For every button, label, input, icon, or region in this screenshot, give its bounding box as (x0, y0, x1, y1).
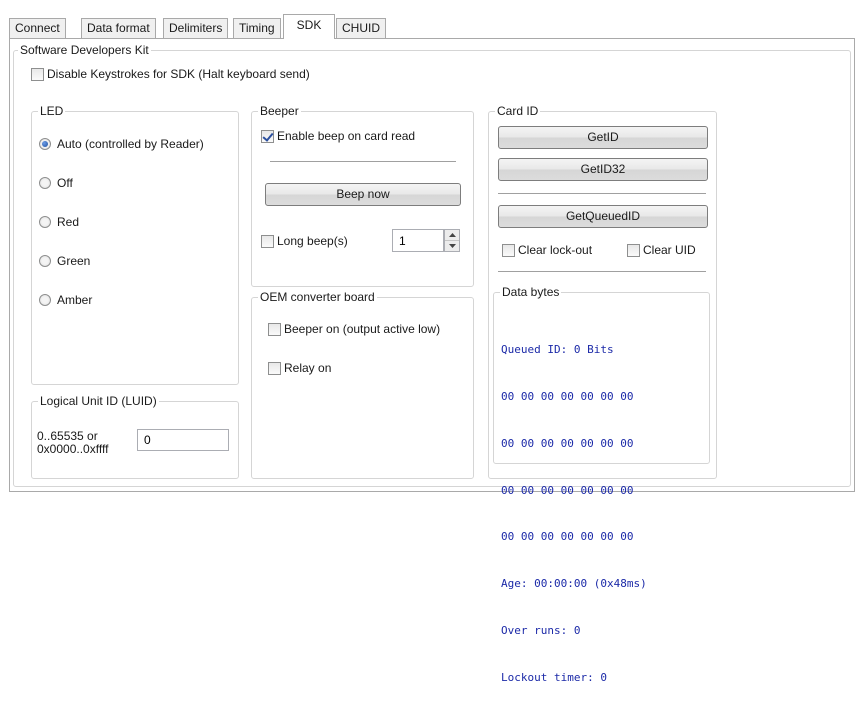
beeper-on-checkbox[interactable]: Beeper on (output active low) (268, 322, 440, 336)
disable-keystrokes-checkbox[interactable]: Disable Keystrokes for SDK (Halt keyboar… (31, 67, 310, 81)
sdk-tab-panel: Software Developers Kit Disable Keystrok… (9, 38, 855, 684)
over-runs-line: Over runs: 0 (501, 623, 581, 637)
tab-connect[interactable]: Connect (9, 18, 66, 38)
tab-sdk[interactable]: SDK (283, 14, 335, 39)
led-option-auto[interactable]: Auto (controlled by Reader) (39, 137, 204, 151)
enable-beep-label: Enable beep on card read (277, 129, 416, 143)
led-option-label: Red (57, 215, 80, 229)
age-line: Age: 00:00:00 (0x48ms) (501, 577, 647, 591)
led-option-label: Green (57, 254, 91, 268)
long-beep-checkbox[interactable]: Long beep(s) (261, 234, 348, 248)
tab-chuid[interactable]: CHUID (336, 18, 386, 38)
data-bytes-readout: Queued ID: 0 Bits 00 00 00 00 00 00 00 0… (501, 311, 647, 716)
led-option-off[interactable]: Off (39, 176, 73, 190)
data-bytes-row: 00 00 00 00 00 00 00 (501, 483, 634, 497)
data-bytes-row: 00 00 00 00 00 00 00 (501, 436, 634, 450)
getid32-button[interactable]: GetID32 (498, 158, 708, 181)
spin-up-icon[interactable] (445, 230, 459, 241)
disable-keystrokes-box[interactable] (31, 67, 44, 81)
get-queued-id-button[interactable]: GetQueuedID (498, 205, 708, 228)
led-group: LED (31, 104, 239, 385)
tab-delimiters[interactable]: Delimiters (163, 18, 229, 38)
led-option-red[interactable]: Red (39, 215, 79, 229)
queued-id-line: Queued ID: 0 Bits (501, 343, 614, 357)
luid-range-line2: 0x0000..0xffff (37, 442, 109, 456)
disable-keystrokes-label: Disable Keystrokes for SDK (Halt keyboar… (47, 67, 310, 81)
led-option-label: Off (57, 176, 73, 190)
long-beep-spinner[interactable] (444, 229, 460, 252)
checkbox-checked-icon[interactable] (261, 129, 274, 143)
relay-on-checkbox[interactable]: Relay on (268, 361, 331, 375)
luid-group-title: Logical Unit ID (LUID) (38, 394, 159, 408)
card-id-divider-2 (498, 271, 706, 272)
checkbox-icon[interactable] (268, 361, 281, 375)
clear-lockout-label: Clear lock-out (518, 243, 593, 257)
checkbox-icon[interactable] (627, 243, 640, 257)
data-bytes-row: 00 00 00 00 00 00 00 (501, 389, 634, 403)
lockout-timer-line: Lockout timer: 0 (501, 670, 607, 684)
radio-selected-icon[interactable] (39, 138, 51, 150)
led-option-label: Amber (57, 293, 93, 307)
radio-icon[interactable] (39, 177, 51, 189)
led-option-green[interactable]: Green (39, 254, 90, 268)
checkbox-icon[interactable] (502, 243, 515, 257)
getid-button[interactable]: GetID (498, 126, 708, 149)
beeper-on-label: Beeper on (output active low) (284, 322, 441, 336)
clear-uid-checkbox[interactable]: Clear UID (627, 243, 696, 257)
sdk-group-title: Software Developers Kit (18, 43, 151, 57)
radio-icon[interactable] (39, 294, 51, 306)
checkbox-icon[interactable] (268, 322, 281, 336)
tab-timing[interactable]: Timing (233, 18, 281, 38)
checkbox-icon[interactable] (261, 234, 274, 248)
long-beep-label: Long beep(s) (277, 234, 348, 248)
enable-beep-checkbox[interactable]: Enable beep on card read (261, 129, 415, 143)
card-id-group-title: Card ID (495, 104, 541, 118)
relay-on-label: Relay on (284, 361, 332, 375)
clear-lockout-checkbox[interactable]: Clear lock-out (502, 243, 592, 257)
beep-now-button[interactable]: Beep now (265, 183, 461, 206)
luid-input[interactable] (137, 429, 229, 451)
radio-icon[interactable] (39, 216, 51, 228)
led-group-title: LED (38, 104, 66, 118)
card-id-divider-1 (498, 193, 706, 194)
luid-range-label: 0..65535 or 0x0000..0xffff (37, 430, 108, 456)
tab-data-format[interactable]: Data format (81, 18, 156, 38)
oem-group-title: OEM converter board (258, 290, 377, 304)
data-bytes-group-title: Data bytes (500, 285, 562, 299)
data-bytes-row: 00 00 00 00 00 00 00 (501, 530, 634, 544)
spin-down-icon[interactable] (445, 241, 459, 252)
led-option-label: Auto (controlled by Reader) (57, 137, 204, 151)
radio-icon[interactable] (39, 255, 51, 267)
beeper-divider (270, 161, 456, 162)
long-beep-count-input[interactable] (392, 229, 444, 252)
clear-uid-label: Clear UID (643, 243, 696, 257)
led-option-amber[interactable]: Amber (39, 293, 92, 307)
beeper-group-title: Beeper (258, 104, 301, 118)
